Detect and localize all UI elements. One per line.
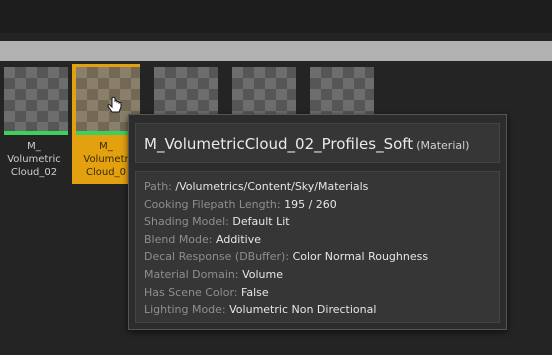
- property-key: Shading Model:: [144, 215, 229, 229]
- property-key: Lighting Mode:: [144, 303, 226, 317]
- property-row: Shading Model: Default Lit: [144, 213, 499, 231]
- property-value: Additive: [216, 232, 261, 246]
- property-value: Volumetric Non Directional: [229, 303, 377, 317]
- property-key: Has Scene Color:: [144, 285, 238, 299]
- tooltip-asset-type: (Material): [416, 139, 470, 152]
- hand-pointer-icon: [107, 96, 122, 113]
- property-value: 195 / 260: [284, 197, 337, 211]
- filter-bar: [0, 41, 552, 61]
- property-row: Material Domain: Volume: [144, 266, 499, 284]
- property-value: Default Lit: [232, 215, 290, 229]
- asset-tooltip: M_VolumetricCloud_02_Profiles_Soft (Mater…: [128, 114, 507, 330]
- property-row: Has Scene Color: False: [144, 284, 499, 302]
- property-key: Blend Mode:: [144, 232, 213, 246]
- property-row: Path: /Volumetrics/Content/Sky/Materials: [144, 178, 499, 196]
- toolbar-area: [0, 0, 552, 33]
- property-key: Cooking Filepath Length:: [144, 197, 281, 211]
- tooltip-header: M_VolumetricCloud_02_Profiles_Soft (Mater…: [135, 123, 500, 163]
- property-key: Path:: [144, 180, 172, 193]
- property-row: Lighting Mode: Volumetric Non Directiona…: [144, 301, 499, 319]
- property-key: Material Domain:: [144, 267, 239, 281]
- property-value: Color Normal Roughness: [292, 250, 429, 264]
- property-row: Blend Mode: Additive: [144, 231, 499, 249]
- tooltip-properties: Path: /Volumetrics/Content/Sky/Materials…: [135, 171, 500, 323]
- asset-tile[interactable]: M_ Volumetric Cloud_02: [0, 64, 68, 184]
- tooltip-title: M_VolumetricCloud_02_Profiles_Soft: [144, 135, 414, 153]
- property-key: Decal Response (DBuffer):: [144, 250, 290, 264]
- asset-status-bar: [4, 131, 68, 135]
- content-browser: M_ Volumetric Cloud_02 M_ Volumetr Cloud…: [0, 0, 552, 355]
- property-value: Volume: [242, 267, 283, 281]
- property-value: False: [241, 285, 269, 299]
- asset-label: M_ Volumetric Cloud_02: [7, 141, 61, 178]
- property-row: Decal Response (DBuffer): Color Normal R…: [144, 248, 499, 266]
- property-row: Cooking Filepath Length: 195 / 260: [144, 196, 499, 214]
- property-value: /Volumetrics/Content/Sky/Materials: [175, 180, 369, 193]
- asset-thumbnail: [4, 67, 68, 131]
